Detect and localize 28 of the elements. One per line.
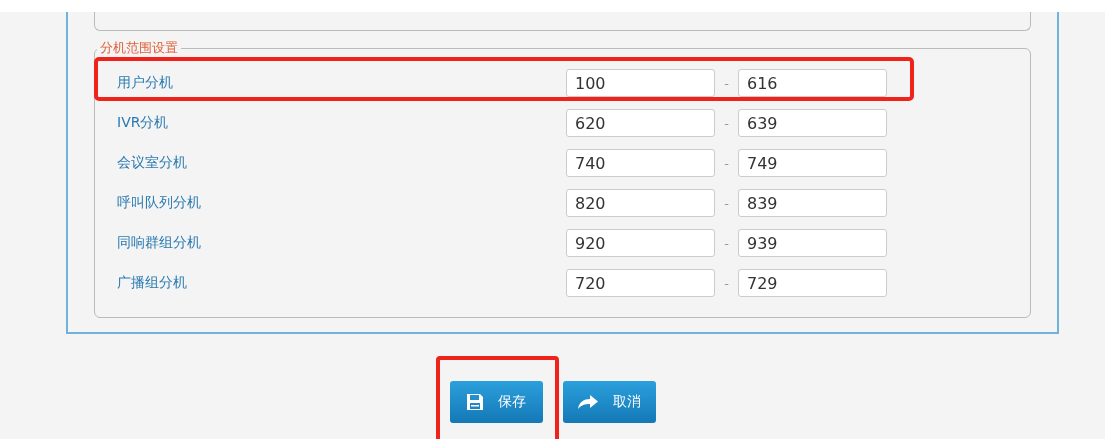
range-separator: - <box>723 275 730 291</box>
field-label: 同响群组分机 <box>117 234 202 252</box>
range-start-field[interactable]: 920 <box>566 229 715 257</box>
range-separator: - <box>723 115 730 131</box>
range-start-field[interactable]: 620 <box>566 109 715 137</box>
field-label: 会议室分机 <box>117 154 188 172</box>
range-end-field[interactable]: 749 <box>738 149 887 177</box>
save-button[interactable]: 保存 <box>449 381 543 423</box>
range-end-field[interactable]: 639 <box>738 109 887 137</box>
range-end-field[interactable]: 616 <box>738 69 887 97</box>
field-label: 广播组分机 <box>117 274 188 292</box>
cancel-button[interactable]: 取消 <box>562 381 656 423</box>
range-separator: - <box>723 75 730 91</box>
range-end-field[interactable]: 729 <box>738 269 887 297</box>
range-start-field[interactable]: 740 <box>566 149 715 177</box>
range-end-field[interactable]: 839 <box>738 189 887 217</box>
range-separator: - <box>723 195 730 211</box>
range-start-field[interactable]: 720 <box>566 269 715 297</box>
range-end-field[interactable]: 939 <box>738 229 887 257</box>
range-start-field[interactable]: 820 <box>566 189 715 217</box>
curved-arrow-icon <box>577 394 599 410</box>
fieldset-legend: 分机范围设置 <box>97 39 181 57</box>
field-label: 用户分机 <box>117 74 174 92</box>
range-separator: - <box>723 155 730 171</box>
field-label: 呼叫队列分机 <box>117 194 202 212</box>
field-label: IVR分机 <box>117 114 170 132</box>
range-start-field[interactable]: 100 <box>566 69 715 97</box>
range-separator: - <box>723 235 730 251</box>
